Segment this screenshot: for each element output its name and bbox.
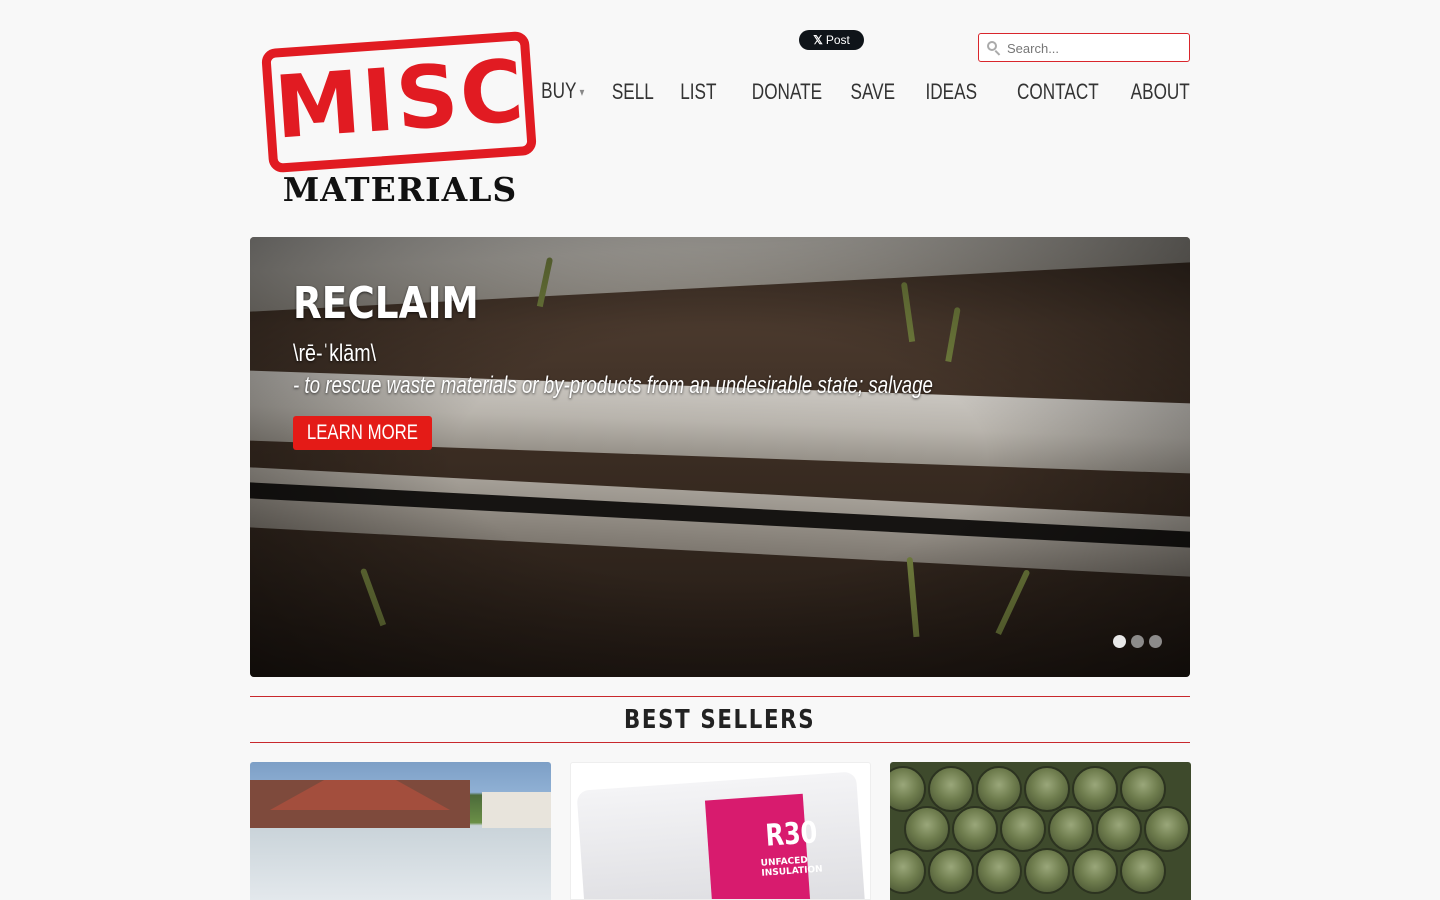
nav-item-buy[interactable]: BUY ▾: [541, 76, 584, 107]
product-image-barrel: [952, 806, 998, 852]
product-image-barrel: [1072, 766, 1118, 812]
page: MISC MATERIALS 𝕏Post BUY▾ SELL LIST DONA…: [0, 0, 1440, 900]
product-image-barrel: [976, 766, 1022, 812]
nav-item-label: BUY: [540, 78, 577, 103]
best-sellers-heading-text: BEST SELLERS: [624, 705, 816, 735]
chevron-down-icon: ▾: [579, 85, 585, 100]
hero-pronunciation: \rē-ˈklām\: [293, 340, 377, 367]
hero-caption: RECLAIM \rē-ˈklām\ - to rescue waste mat…: [293, 277, 1113, 401]
hero-title: RECLAIM: [293, 278, 479, 329]
product-badge-r30: R30: [764, 815, 819, 854]
nav-item-contact[interactable]: CONTACT: [1017, 77, 1099, 107]
nav-item-ideas[interactable]: IDEAS: [926, 77, 978, 107]
slider-pagination: [1113, 635, 1162, 648]
main-nav: BUY ▾ SELL LIST DONATE SAVE IDEAS CONTACT…: [529, 76, 1190, 107]
product-image-barrel: [904, 806, 950, 852]
product-image-barrel: [890, 848, 926, 894]
product-image-barrel: [1120, 766, 1166, 812]
nav-item-sell[interactable]: SELL: [612, 77, 654, 107]
product-image-house: [250, 780, 470, 828]
x-logo-icon: 𝕏: [813, 33, 823, 47]
product-image-barrel: [928, 848, 974, 894]
site-logo[interactable]: MISC MATERIALS: [261, 30, 538, 210]
section-divider-top: [250, 696, 1190, 697]
logo-wordmark-misc: MISC: [271, 41, 529, 159]
search-box: [978, 33, 1190, 62]
product-card-pool-pavers[interactable]: [250, 762, 551, 900]
product-image-barrel: [1072, 848, 1118, 894]
product-image-barrel: [976, 848, 1022, 894]
product-image-barrel: [1048, 806, 1094, 852]
x-post-button[interactable]: 𝕏 Post: [799, 30, 864, 50]
product-image-barrel: [1120, 848, 1166, 894]
product-image-barrel: [1144, 806, 1190, 852]
slider-dot-2[interactable]: [1131, 635, 1144, 648]
nav-item-about[interactable]: ABOUT: [1131, 77, 1190, 107]
slider-dot-1[interactable]: [1113, 635, 1126, 648]
logo-wordmark-materials: MATERIALS: [282, 170, 518, 209]
product-image-barrel: [1000, 806, 1046, 852]
product-image-house: [482, 792, 551, 828]
nav-item-save[interactable]: SAVE: [851, 77, 896, 107]
slider-dot-3[interactable]: [1149, 635, 1162, 648]
product-card-barrels[interactable]: [890, 762, 1191, 900]
section-divider-bottom: [250, 742, 1190, 743]
hero-definition: - to rescue waste materials or by-produc…: [293, 372, 933, 399]
product-card-insulation[interactable]: R30 UNFACED INSULATION: [570, 762, 871, 900]
product-image-barrel: [1024, 766, 1070, 812]
hero-slider[interactable]: RECLAIM \rē-ˈklām\ - to rescue waste mat…: [250, 237, 1190, 677]
product-image-barrel: [1096, 806, 1142, 852]
product-image-barrel: [928, 766, 974, 812]
best-sellers-heading: BEST SELLERS: [250, 703, 1190, 737]
product-image-barrel: [1024, 848, 1070, 894]
learn-more-button[interactable]: LEARN MORE: [293, 416, 432, 450]
search-icon: [987, 41, 1001, 56]
x-post-label: Post: [825, 33, 850, 47]
nav-item-list[interactable]: LIST: [680, 77, 716, 107]
product-image-barrel: [890, 766, 926, 812]
search-input[interactable]: [1007, 38, 1183, 58]
nav-item-donate[interactable]: DONATE: [752, 77, 822, 107]
learn-more-label: LEARN MORE: [306, 421, 419, 444]
